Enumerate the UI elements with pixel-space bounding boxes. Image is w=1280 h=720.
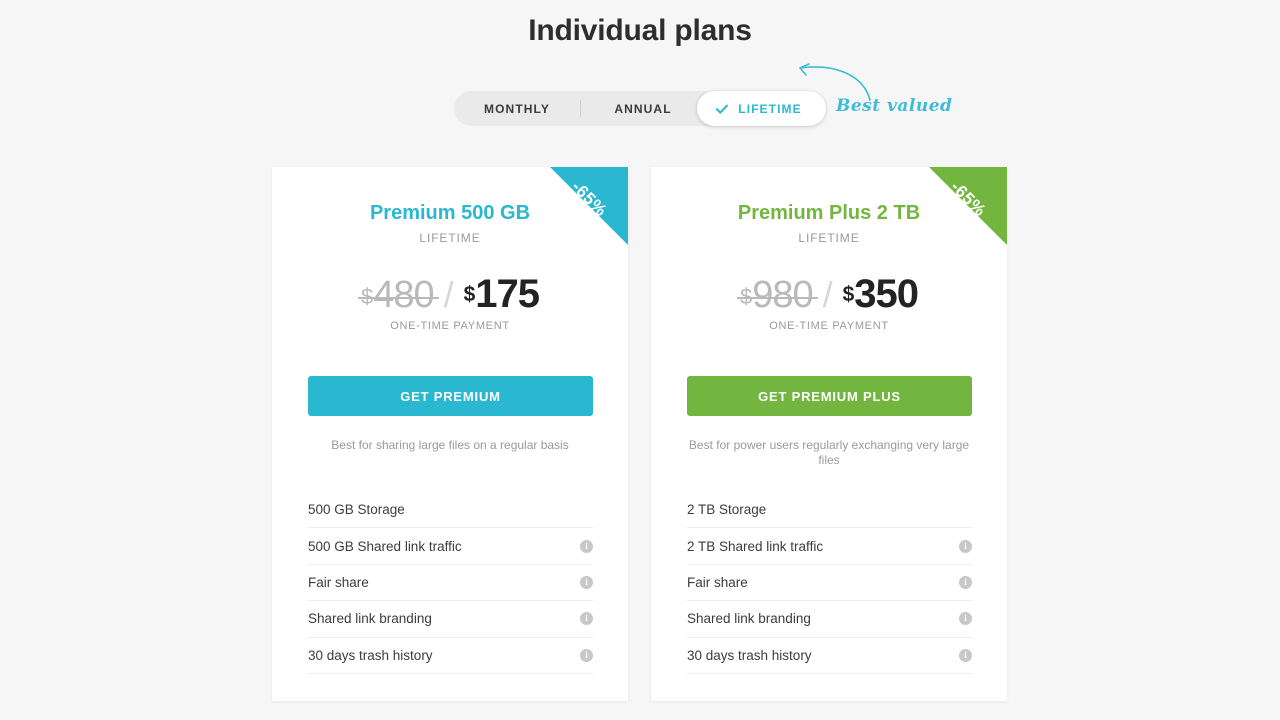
feature-label: Shared link branding bbox=[308, 611, 432, 627]
feature-label: 30 days trash history bbox=[308, 647, 433, 663]
feature-row: Shared link branding i bbox=[687, 601, 972, 638]
old-price-currency: $ bbox=[739, 284, 752, 309]
feature-row: Fair share i bbox=[308, 565, 593, 602]
old-price-currency: $ bbox=[360, 284, 373, 309]
feature-list: 2 TB Storage i 2 TB Shared link traffic … bbox=[687, 492, 972, 674]
feature-list: 500 GB Storage i 500 GB Shared link traf… bbox=[308, 492, 593, 674]
feature-row: 30 days trash history i bbox=[687, 638, 972, 674]
new-price-amount: 350 bbox=[854, 272, 919, 316]
best-valued-annotation: Best valued bbox=[836, 96, 953, 116]
info-icon[interactable]: i bbox=[959, 648, 972, 662]
info-icon[interactable]: i bbox=[959, 539, 972, 553]
plan-tagline: Best for power users regularly exchangin… bbox=[688, 438, 970, 467]
info-icon[interactable]: i bbox=[959, 575, 972, 589]
page-title: Individual plans bbox=[528, 14, 752, 47]
price-row: $980 / $350 bbox=[651, 272, 1007, 317]
toggle-option-monthly[interactable]: MONTHLY bbox=[454, 91, 580, 126]
plan-name: Premium 500 GB bbox=[369, 202, 531, 224]
get-premium-plus-button[interactable]: GET PREMIUM PLUS bbox=[687, 376, 972, 416]
feature-row: 2 TB Shared link traffic i bbox=[687, 528, 972, 565]
toggle-option-annual-label: ANNUAL bbox=[614, 101, 672, 116]
plan-tagline: Best for sharing large files on a regula… bbox=[331, 438, 569, 452]
payment-note: ONE-TIME PAYMENT bbox=[390, 320, 510, 332]
info-icon[interactable]: i bbox=[580, 612, 593, 626]
billing-period-toggle[interactable]: MONTHLY ANNUAL LIFETIME bbox=[454, 91, 826, 126]
plan-card-premium-plus: -65% Premium Plus 2 TB LIFETIME $980 / $… bbox=[651, 167, 1007, 701]
feature-label: 2 TB Storage bbox=[687, 502, 767, 518]
feature-label: Fair share bbox=[687, 574, 748, 590]
info-icon[interactable]: i bbox=[580, 575, 593, 589]
price-separator: / bbox=[443, 274, 454, 315]
feature-label: 500 GB Shared link traffic bbox=[308, 538, 462, 554]
pricing-page: Individual plans MONTHLY ANNUAL LIFETIME… bbox=[0, 0, 1280, 720]
feature-row: 2 TB Storage i bbox=[687, 492, 972, 529]
plan-period: LIFETIME bbox=[419, 231, 481, 245]
feature-row: 500 GB Storage i bbox=[308, 492, 593, 529]
payment-note: ONE-TIME PAYMENT bbox=[769, 320, 889, 332]
info-icon[interactable]: i bbox=[580, 648, 593, 662]
feature-row: 500 GB Shared link traffic i bbox=[308, 528, 593, 565]
feature-row: 30 days trash history i bbox=[308, 638, 593, 674]
toggle-option-monthly-label: MONTHLY bbox=[484, 101, 550, 116]
new-price-currency: $ bbox=[842, 283, 855, 306]
old-price-amount: 980 bbox=[752, 274, 813, 316]
feature-row: Shared link branding i bbox=[308, 601, 593, 638]
toggle-option-lifetime-label: LIFETIME bbox=[738, 101, 802, 116]
feature-label: 2 TB Shared link traffic bbox=[687, 538, 824, 554]
plan-card-premium: -65% Premium 500 GB LIFETIME $480 / $175… bbox=[272, 167, 628, 701]
feature-row: Fair share i bbox=[687, 565, 972, 602]
price-separator: / bbox=[822, 274, 833, 315]
new-price-amount: 175 bbox=[475, 272, 540, 316]
feature-label: Shared link branding bbox=[687, 611, 811, 627]
price-row: $480 / $175 bbox=[272, 272, 628, 317]
toggle-option-annual[interactable]: ANNUAL bbox=[580, 91, 706, 126]
info-icon[interactable]: i bbox=[959, 612, 972, 626]
feature-label: Fair share bbox=[308, 574, 369, 590]
get-premium-button[interactable]: GET PREMIUM bbox=[308, 376, 593, 416]
check-icon bbox=[715, 102, 729, 116]
plan-name: Premium Plus 2 TB bbox=[737, 202, 921, 224]
feature-label: 30 days trash history bbox=[687, 647, 812, 663]
info-icon[interactable]: i bbox=[580, 539, 593, 553]
old-price: $980 bbox=[736, 274, 818, 317]
plan-period: LIFETIME bbox=[798, 231, 860, 245]
old-price: $480 bbox=[357, 274, 439, 317]
feature-label: 500 GB Storage bbox=[308, 502, 405, 518]
new-price-currency: $ bbox=[463, 283, 476, 306]
new-price: $350 bbox=[842, 272, 919, 317]
new-price: $175 bbox=[463, 272, 540, 317]
old-price-amount: 480 bbox=[373, 274, 434, 316]
